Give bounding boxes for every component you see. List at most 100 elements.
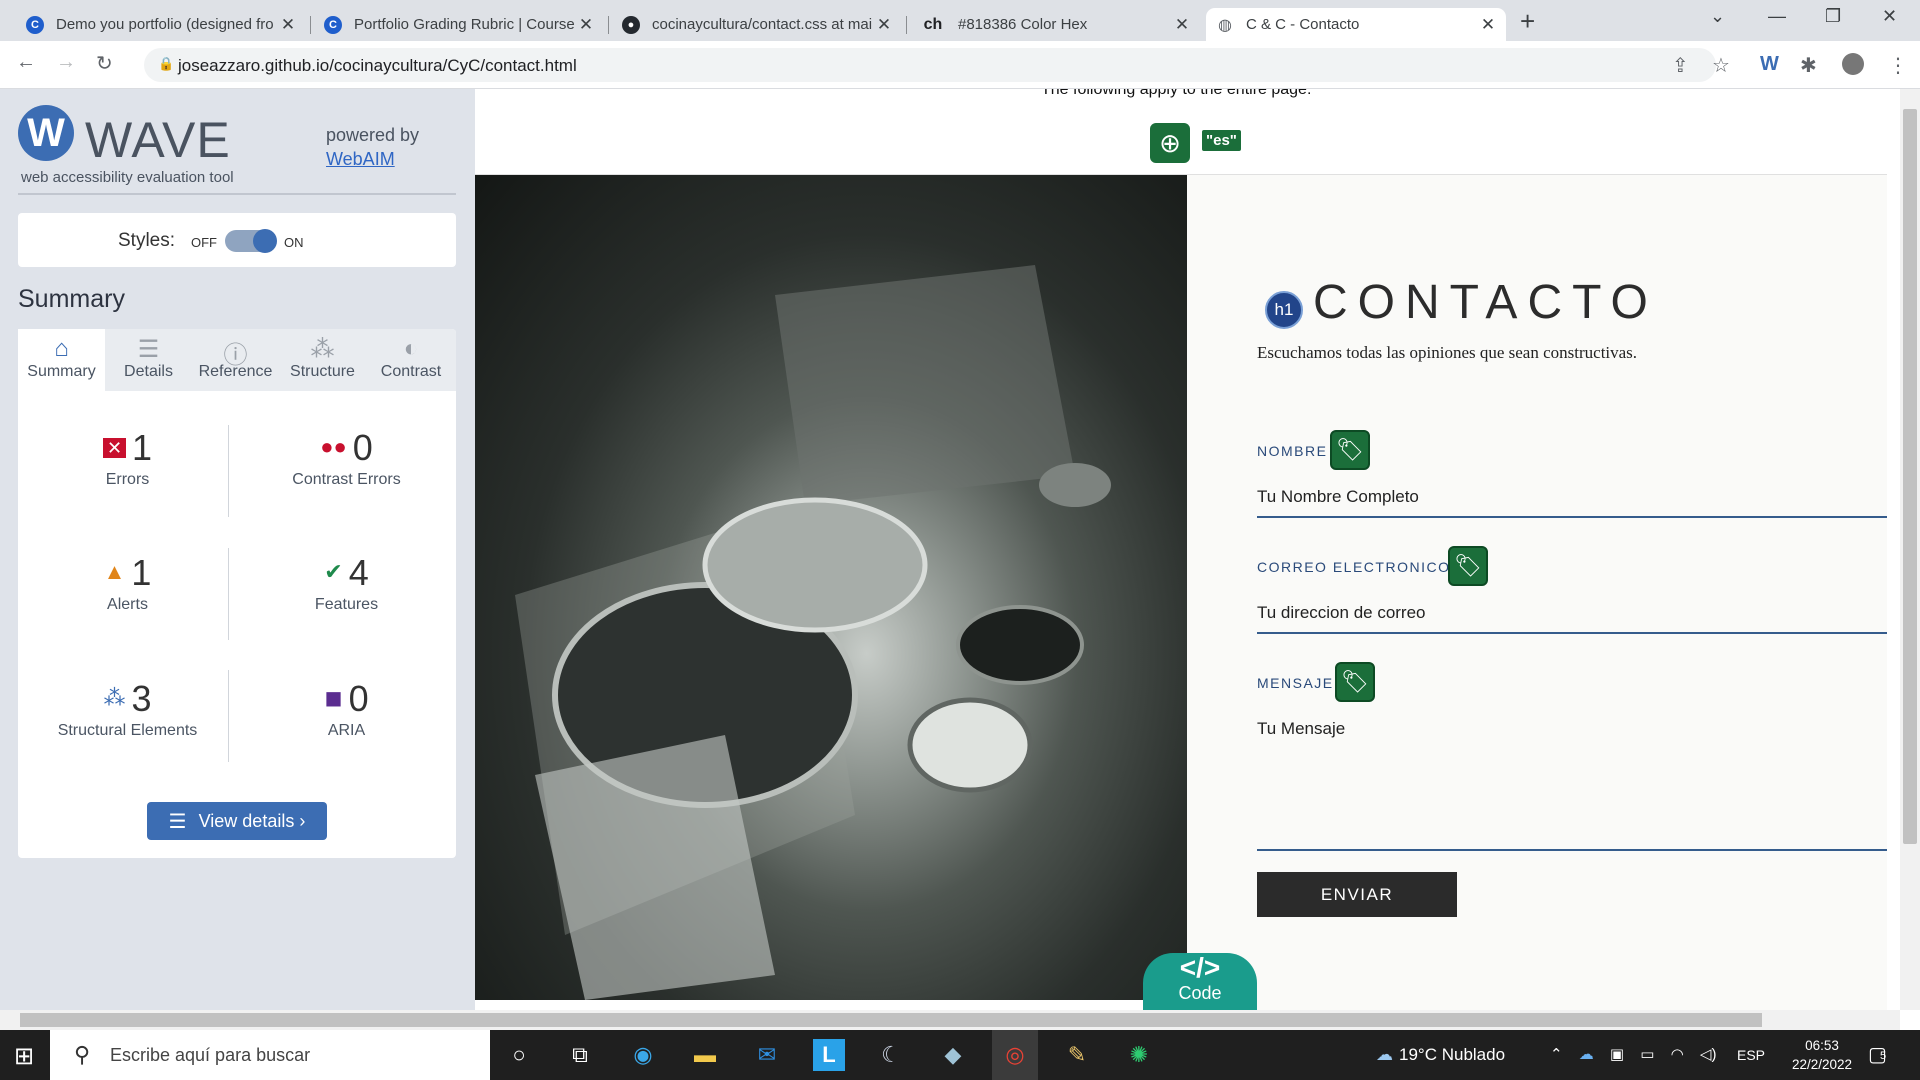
windows-start-icon[interactable]: ⊞ [14,1042,34,1071]
alerts-label: Alerts [107,596,148,613]
clock[interactable]: 06:53 22/2/2022 [1792,1036,1852,1074]
new-tab-button[interactable]: + [1520,6,1535,37]
minimize-button[interactable]: — [1768,6,1786,27]
tab-structure[interactable]: ⁂ Structure [279,329,366,391]
list-icon: ☰ [137,336,160,363]
meet-icon[interactable]: ▣ [1610,1046,1624,1063]
alert-icon: ▲ [103,559,126,584]
mensaje-label: MENSAJE [1257,675,1334,691]
aria-cube-icon: ◼ [324,685,343,710]
language-badge[interactable]: "es" [1202,130,1241,151]
browser-tab-1[interactable]: C Demo you portfolio (designed fro ✕ [16,8,306,41]
styles-toggle[interactable] [225,229,277,253]
alerts-stat[interactable]: ▲ 1 Alerts [18,552,237,662]
info-icon: ⓘ [223,342,248,369]
address-bar[interactable]: 🔒 joseazzaro.github.io/cocinaycultura/Cy… [144,48,1716,82]
search-icon: ⚲ [74,1042,91,1067]
battery-icon[interactable]: ▭ [1640,1046,1654,1063]
tab-title: #818386 Color Hex [958,16,1088,33]
close-tab-icon[interactable]: ✕ [280,15,296,35]
features-label: Features [314,596,379,613]
app-l-icon[interactable]: L [813,1039,845,1071]
url-text[interactable]: joseazzaro.github.io/cocinaycultura/CyC/… [178,56,577,76]
system-tray[interactable]: ⌃ ☁ ▣ ▭ ◠ ◁) [1550,1045,1716,1063]
task-view-icon[interactable]: ⧉ [564,1039,596,1071]
tab-search-icon[interactable]: ⌄ [1710,6,1725,27]
correo-underline [1257,632,1887,634]
close-tab-icon[interactable]: ✕ [1174,15,1190,35]
label-tag-icon[interactable]: 🏷 [1330,430,1370,470]
styles-label: Styles: [118,230,176,251]
summary-heading: Summary [18,285,125,313]
input-language[interactable]: ESP [1737,1047,1765,1063]
h1-badge[interactable]: h1 [1265,291,1303,329]
browser-tab-2[interactable]: C Portfolio Grading Rubric | Course ✕ [314,8,604,41]
nombre-input[interactable]: Tu Nombre Completo [1257,487,1419,507]
tab-reference[interactable]: ⓘ Reference [192,329,279,391]
structural-stat[interactable]: ⁂ 3 Structural Elements [18,678,237,788]
contrast-errors-stat[interactable]: ●● 0 Contrast Errors [237,427,456,537]
horizontal-scroll-thumb[interactable] [20,1013,1762,1027]
tab-details[interactable]: ☰ Details [105,329,192,391]
close-window-button[interactable]: ✕ [1882,6,1897,27]
file-explorer-icon[interactable]: ▬ [689,1039,721,1071]
browser-tab-5[interactable]: ◍ C & C - Contacto ✕ [1206,8,1506,41]
chrome-icon[interactable]: ◎ [992,1030,1038,1080]
cortana-icon[interactable]: ○ [503,1039,535,1071]
language-globe-icon[interactable]: ⊕ [1150,123,1190,163]
tray-chevron-icon[interactable]: ⌃ [1550,1046,1563,1063]
code-toggle-button[interactable]: </> Code [1143,953,1257,1010]
notification-center-icon[interactable]: ▢ 5 [1868,1042,1887,1067]
close-tab-icon[interactable]: ✕ [1480,15,1496,35]
enviar-button[interactable]: ENVIAR [1257,872,1457,917]
browser-tab-3[interactable]: ● cocinaycultura/contact.css at mai ✕ [612,8,902,41]
reload-icon[interactable]: ↻ [96,51,113,76]
edge-icon[interactable]: ◉ [627,1039,659,1071]
vertical-scrollbar[interactable] [1900,89,1920,1010]
label-tag-icon[interactable]: 🏷 [1335,662,1375,702]
taskbar-search[interactable]: ⚲ Escribe aquí para buscar [50,1030,490,1080]
feather-app-icon[interactable]: ☾ [875,1039,907,1071]
browser-tab-4[interactable]: ch #818386 Color Hex ✕ [910,8,1200,41]
vertical-scroll-thumb[interactable] [1903,109,1917,844]
webaim-link[interactable]: WebAIM [326,149,395,170]
profile-avatar[interactable] [1842,53,1864,75]
tab-contrast[interactable]: ◐ Contrast [366,329,456,391]
mail-icon[interactable]: ✉ [751,1039,783,1071]
notepad-app-icon[interactable]: ◆ [937,1039,969,1071]
view-details-label: View details › [198,810,306,831]
back-icon[interactable]: ← [16,51,36,74]
share-icon[interactable]: ⇪ [1672,53,1689,78]
wave-logo: W [18,105,74,161]
menu-icon[interactable]: ⋮ [1888,53,1908,78]
extensions-icon[interactable]: ✱ [1800,53,1817,78]
mensaje-textarea[interactable]: Tu Mensaje [1257,719,1345,739]
code-icon: </> [1179,952,1221,983]
label-tag-icon[interactable]: 🏷 [1448,546,1488,586]
restore-button[interactable]: ❐ [1825,6,1841,27]
tab-summary[interactable]: ⌂ Summary [18,329,105,391]
summary-panel: ⌂ Summary ☰ Details ⓘ Reference ⁂ Struct… [18,329,456,858]
styles-on-label: ON [284,235,304,250]
volume-icon[interactable]: ◁) [1700,1046,1717,1063]
wifi-icon[interactable]: ◠ [1671,1046,1684,1063]
bookmark-star-icon[interactable]: ☆ [1712,53,1730,78]
tab-title: Portfolio Grading Rubric | Course [354,16,575,33]
wave-extension-icon[interactable]: W [1760,53,1779,76]
onedrive-icon[interactable]: ☁ [1579,1046,1594,1063]
close-tab-icon[interactable]: ✕ [876,15,892,35]
view-details-button[interactable]: ☰ View details › [147,802,327,840]
paint-app-icon[interactable]: ✎ [1061,1039,1093,1071]
forward-icon[interactable]: → [56,51,76,74]
aria-stat[interactable]: ◼ 0 ARIA [237,678,456,788]
correo-input[interactable]: Tu direccion de correo [1257,603,1426,623]
features-stat[interactable]: ✔ 4 Features [237,552,456,662]
horizontal-scrollbar[interactable] [0,1010,1900,1030]
close-tab-icon[interactable]: ✕ [578,15,594,35]
errors-stat[interactable]: ✕ 1 Errors [18,427,237,537]
features-count: 4 [348,552,369,593]
atom-app-icon[interactable]: ✺ [1123,1039,1155,1071]
github-icon: ● [622,15,640,34]
notification-count: 5 [1880,1050,1887,1062]
weather-widget[interactable]: ☁ 19°C Nublado [1376,1045,1505,1065]
